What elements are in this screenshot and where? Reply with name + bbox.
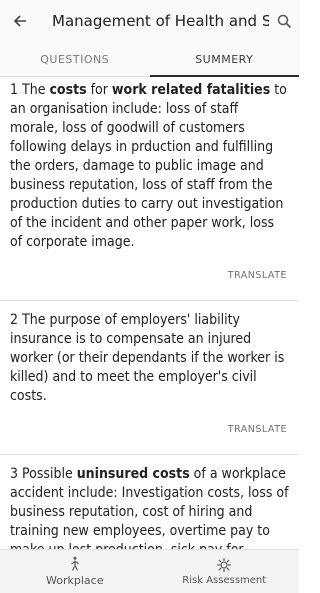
- translate-button[interactable]: TRANSLATE: [10, 252, 289, 300]
- nav-workplace[interactable]: Workplace: [0, 550, 150, 593]
- nav-risk-assessment[interactable]: Risk Assessment: [150, 550, 300, 593]
- tab-bar: QUESTIONS SUMMERY: [0, 42, 299, 77]
- bottom-navigation: Workplace Risk Assessment: [0, 549, 299, 593]
- tab-questions[interactable]: QUESTIONS: [0, 42, 150, 76]
- summary-card: 1 The costs for work related fatalities …: [0, 77, 299, 301]
- summary-text: 1 The costs for work related fatalities …: [10, 81, 289, 252]
- translate-button[interactable]: TRANSLATE: [10, 406, 289, 454]
- summary-body: Possible uninsured costs of a workplace …: [10, 466, 289, 549]
- summary-text: 2 The purpose of employers' liability in…: [10, 311, 289, 406]
- search-icon: [277, 14, 291, 28]
- bold-term: work related fatalities: [111, 82, 271, 98]
- text-segment: The purpose of employers' liability insu…: [10, 312, 285, 404]
- back-arrow-icon: [13, 15, 26, 27]
- summary-card: 3 Possible uninsured costs of a workplac…: [0, 455, 299, 549]
- text-segment: The: [18, 82, 50, 98]
- tab-summery[interactable]: SUMMERY: [149, 42, 300, 77]
- workplace-person-icon: [70, 556, 79, 571]
- item-number: 2: [10, 312, 19, 328]
- summary-body: The costs for work related fatalities to…: [10, 82, 287, 250]
- search-button[interactable]: [269, 0, 299, 42]
- summary-text: 3 Possible uninsured costs of a workplac…: [10, 465, 289, 549]
- summary-list[interactable]: 1 The costs for work related fatalities …: [0, 77, 299, 549]
- text-segment: Possible: [18, 466, 77, 482]
- summary-card: 2 The purpose of employers' liability in…: [0, 301, 299, 455]
- summary-body: The purpose of employers' liability insu…: [10, 312, 284, 404]
- bold-term: costs: [49, 82, 87, 98]
- bold-term: uninsured costs: [76, 466, 190, 482]
- risk-assessment-icon: [217, 558, 232, 572]
- item-number: 3: [10, 466, 19, 482]
- text-segment: to an organisation include: loss of staf…: [10, 82, 287, 250]
- nav-label: Risk Assessment: [182, 575, 267, 586]
- item-number: 1: [10, 82, 19, 98]
- app-bar: Management of Health and Sa...: [0, 0, 299, 42]
- back-button[interactable]: [0, 0, 40, 42]
- page-title: Management of Health and Sa...: [52, 12, 269, 30]
- nav-label: Workplace: [46, 574, 104, 587]
- text-segment: for: [86, 82, 112, 98]
